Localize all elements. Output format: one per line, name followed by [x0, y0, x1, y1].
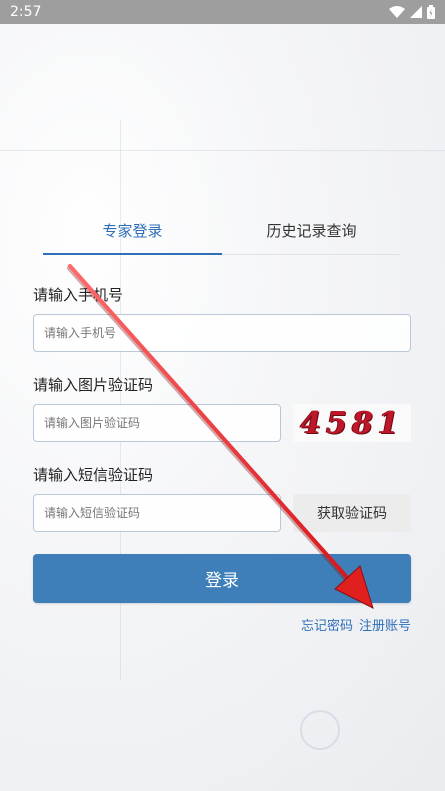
wifi-icon	[389, 5, 405, 18]
sms-code-input[interactable]	[33, 494, 281, 532]
status-bar: 2:57	[0, 0, 445, 24]
forgot-password-link[interactable]: 忘记密码	[301, 615, 353, 634]
login-tabs: 专家登录 历史记录查询	[43, 210, 401, 255]
phone-input[interactable]	[33, 314, 411, 352]
background-decoration	[0, 150, 445, 151]
sms-code-label: 请输入短信验证码	[33, 466, 154, 484]
tab-expert-login[interactable]: 专家登录	[43, 210, 222, 255]
login-button[interactable]: 登录	[33, 554, 411, 603]
battery-icon	[427, 5, 435, 19]
image-code-input[interactable]	[33, 404, 281, 442]
background-decoration	[300, 710, 340, 750]
tab-history-query[interactable]: 历史记录查询	[222, 210, 401, 254]
register-link[interactable]: 注册账号	[359, 615, 411, 634]
signal-icon	[410, 6, 422, 18]
get-sms-code-button[interactable]: 获取验证码	[293, 494, 411, 532]
captcha-image[interactable]: 4581	[293, 404, 411, 442]
background	[0, 0, 445, 791]
status-time: 2:57	[10, 4, 42, 20]
image-code-label: 请输入图片验证码	[33, 376, 154, 394]
phone-label: 请输入手机号	[33, 286, 124, 304]
account-links: 忘记密码 注册账号	[301, 615, 411, 634]
